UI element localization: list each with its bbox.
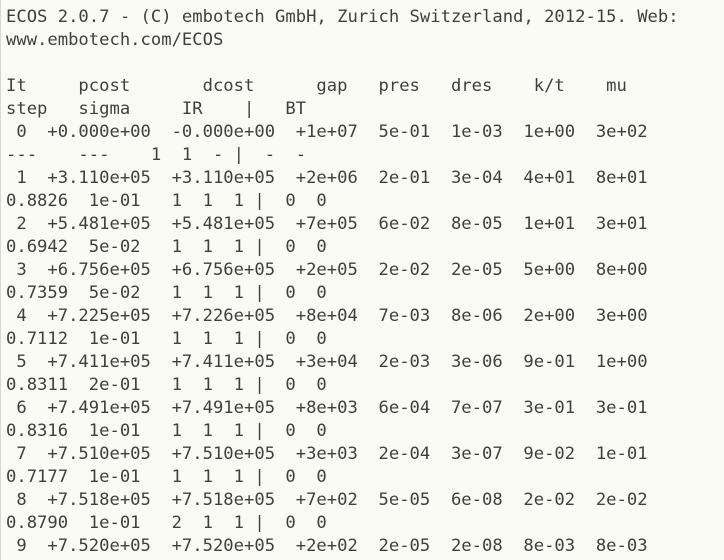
iteration-step-row-8: 0.8790 1e-01 2 1 1 | 0 0 bbox=[6, 513, 327, 533]
iteration-step-row-1: 0.8826 1e-01 1 1 1 | 0 0 bbox=[6, 191, 327, 211]
iteration-step-row-3: 0.7359 5e-02 1 1 1 | 0 0 bbox=[6, 283, 327, 303]
iteration-row-1: 1 +3.110e+05 +3.110e+05 +2e+06 2e-01 3e-… bbox=[6, 168, 648, 188]
output-line-header-1: ECOS 2.0.7 - (C) embotech GmbH, Zurich S… bbox=[6, 7, 679, 27]
iteration-step-row-6: 0.8316 1e-01 1 1 1 | 0 0 bbox=[6, 421, 327, 441]
column-header-row-1: It pcost dcost gap pres dres k/t mu bbox=[6, 76, 627, 96]
iteration-row-2: 2 +5.481e+05 +5.481e+05 +7e+05 6e-02 8e-… bbox=[6, 214, 648, 234]
iteration-row-8: 8 +7.518e+05 +7.518e+05 +7e+02 5e-05 6e-… bbox=[6, 490, 648, 510]
iteration-row-3: 3 +6.756e+05 +6.756e+05 +2e+05 2e-02 2e-… bbox=[6, 260, 648, 280]
iteration-row-9: 9 +7.520e+05 +7.520e+05 +2e+02 2e-05 2e-… bbox=[6, 536, 648, 556]
column-header-row-2: step sigma IR | BT bbox=[6, 99, 307, 119]
terminal-output[interactable]: ECOS 2.0.7 - (C) embotech GmbH, Zurich S… bbox=[0, 0, 724, 560]
iteration-row-7: 7 +7.510e+05 +7.510e+05 +3e+03 2e-04 3e-… bbox=[6, 444, 648, 464]
iteration-step-row-0: --- --- 1 1 - | - - bbox=[6, 145, 307, 165]
iteration-row-5: 5 +7.411e+05 +7.411e+05 +3e+04 2e-03 3e-… bbox=[6, 352, 648, 372]
iteration-row-6: 6 +7.491e+05 +7.491e+05 +8e+03 6e-04 7e-… bbox=[6, 398, 648, 418]
output-line-header-2: www.embotech.com/ECOS bbox=[6, 30, 224, 50]
iteration-row-4: 4 +7.225e+05 +7.226e+05 +8e+04 7e-03 8e-… bbox=[6, 306, 648, 326]
iteration-step-row-7: 0.7177 1e-01 1 1 1 | 0 0 bbox=[6, 467, 327, 487]
iteration-step-row-5: 0.8311 2e-01 1 1 1 | 0 0 bbox=[6, 375, 327, 395]
iteration-row-0: 0 +0.000e+00 -0.000e+00 +1e+07 5e-01 1e-… bbox=[6, 122, 648, 142]
iteration-step-row-4: 0.7112 1e-01 1 1 1 | 0 0 bbox=[6, 329, 327, 349]
iteration-step-row-2: 0.6942 5e-02 1 1 1 | 0 0 bbox=[6, 237, 327, 257]
